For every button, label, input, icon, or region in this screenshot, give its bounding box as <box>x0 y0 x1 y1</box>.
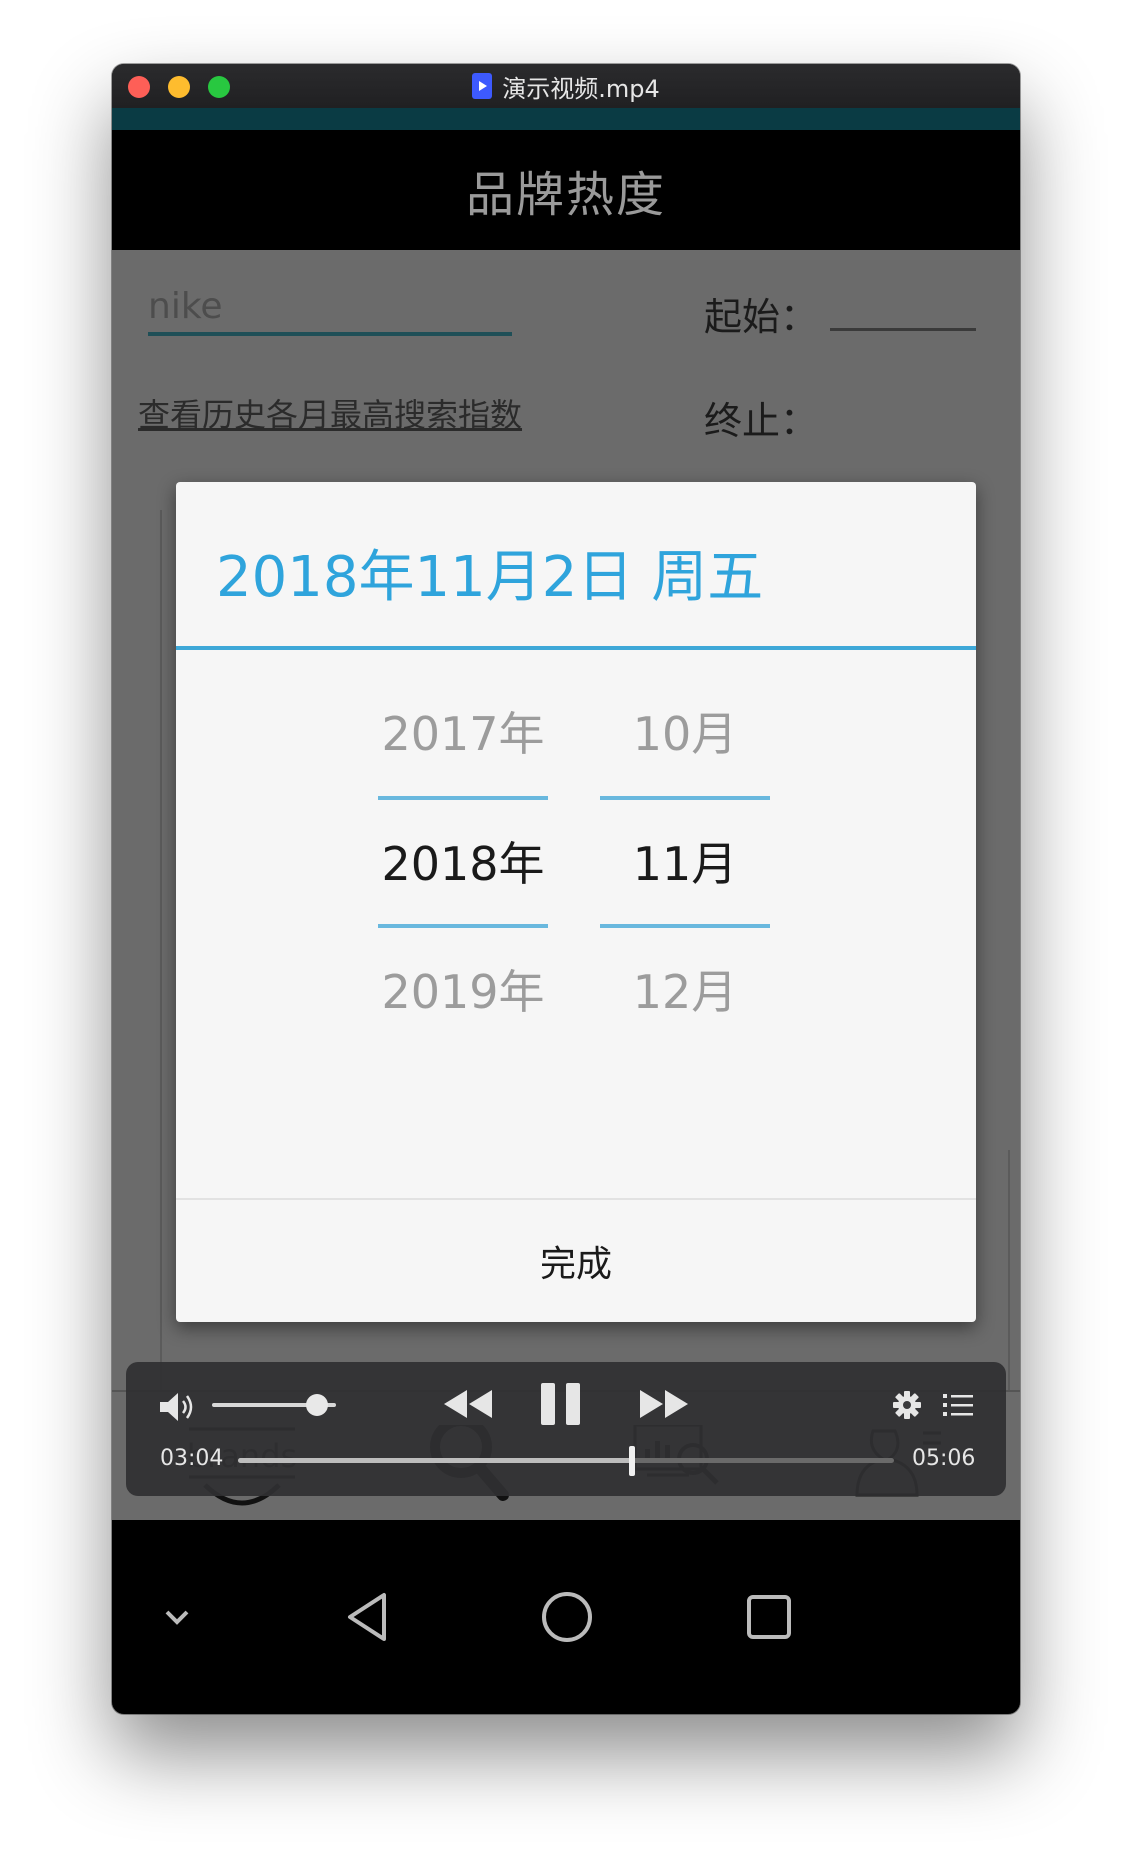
android-navigation-bar <box>112 1520 1020 1714</box>
year-option-selected[interactable]: 2018年 <box>378 828 548 894</box>
date-picker-dialog: 2018年11月2日 周五 2017年 2018年 2019年 10月 11月 … <box>176 482 976 1322</box>
pause-icon <box>541 1383 580 1425</box>
chevron-down-icon <box>165 1610 189 1625</box>
rewind-icon <box>444 1390 492 1418</box>
window-title: 演示视频.mp4 <box>502 74 660 103</box>
done-button[interactable]: 完成 <box>176 1200 976 1322</box>
page-title: 品牌热度 <box>465 167 666 223</box>
year-option-next[interactable]: 2019年 <box>378 956 548 1022</box>
home-button[interactable] <box>522 1520 612 1714</box>
start-date-field[interactable] <box>830 328 976 331</box>
settings-icon <box>893 1391 921 1419</box>
current-time: 03:04 <box>160 1446 224 1471</box>
window-titlebar[interactable]: 演示视频.mp4 <box>112 64 1020 108</box>
rewind-button[interactable] <box>442 1384 494 1428</box>
chart-axis-right <box>1008 1150 1010 1390</box>
pause-button[interactable] <box>538 1380 584 1432</box>
fast-forward-button[interactable] <box>638 1384 690 1428</box>
end-date-label: 终止： <box>704 399 819 443</box>
volume-button[interactable] <box>158 1390 198 1428</box>
dialog-header: 2018年11月2日 周五 <box>176 482 976 650</box>
month-selection-line-top <box>600 796 770 800</box>
back-button[interactable] <box>330 1520 410 1714</box>
history-max-index-link[interactable]: 查看历史各月最高搜索指数 <box>138 390 522 436</box>
settings-button[interactable] <box>892 1390 922 1424</box>
playback-progress-fill <box>238 1458 632 1463</box>
month-option-next[interactable]: 12月 <box>600 956 770 1022</box>
month-selection-line-bottom <box>600 924 770 928</box>
playback-progress-bar[interactable] <box>238 1446 894 1476</box>
selected-date-title: 2018年11月2日 周五 <box>216 545 764 610</box>
playlist-button[interactable] <box>942 1390 974 1424</box>
volume-slider-knob[interactable] <box>306 1394 329 1416</box>
brand-search-input[interactable]: nike <box>148 286 512 336</box>
year-picker[interactable]: 2017年 2018年 2019年 <box>378 646 548 1206</box>
playback-progress-knob[interactable] <box>628 1446 635 1476</box>
start-date-label: 起始： <box>704 295 819 339</box>
app-bar: 品牌热度 <box>112 130 1020 250</box>
video-file-icon <box>472 73 493 99</box>
player-controls-overlay: 03:04 05:06 <box>126 1362 1006 1496</box>
month-picker[interactable]: 10月 11月 12月 <box>600 646 770 1206</box>
recents-icon <box>747 1595 791 1639</box>
year-selection-line-bottom <box>378 924 548 928</box>
year-option-prev[interactable]: 2017年 <box>378 698 548 764</box>
volume-icon <box>160 1393 193 1421</box>
keyboard-hide-button[interactable] <box>142 1520 212 1714</box>
month-option-prev[interactable]: 10月 <box>600 698 770 764</box>
recents-button[interactable] <box>724 1520 814 1714</box>
total-time: 05:06 <box>912 1446 976 1471</box>
playlist-icon <box>943 1394 973 1416</box>
fast-forward-icon <box>640 1390 688 1418</box>
year-selection-line-top <box>378 796 548 800</box>
back-icon <box>348 1593 386 1641</box>
home-icon <box>542 1592 592 1642</box>
month-option-selected[interactable]: 11月 <box>600 828 770 894</box>
chart-axis-left <box>160 510 162 1390</box>
status-bar <box>112 108 1020 130</box>
